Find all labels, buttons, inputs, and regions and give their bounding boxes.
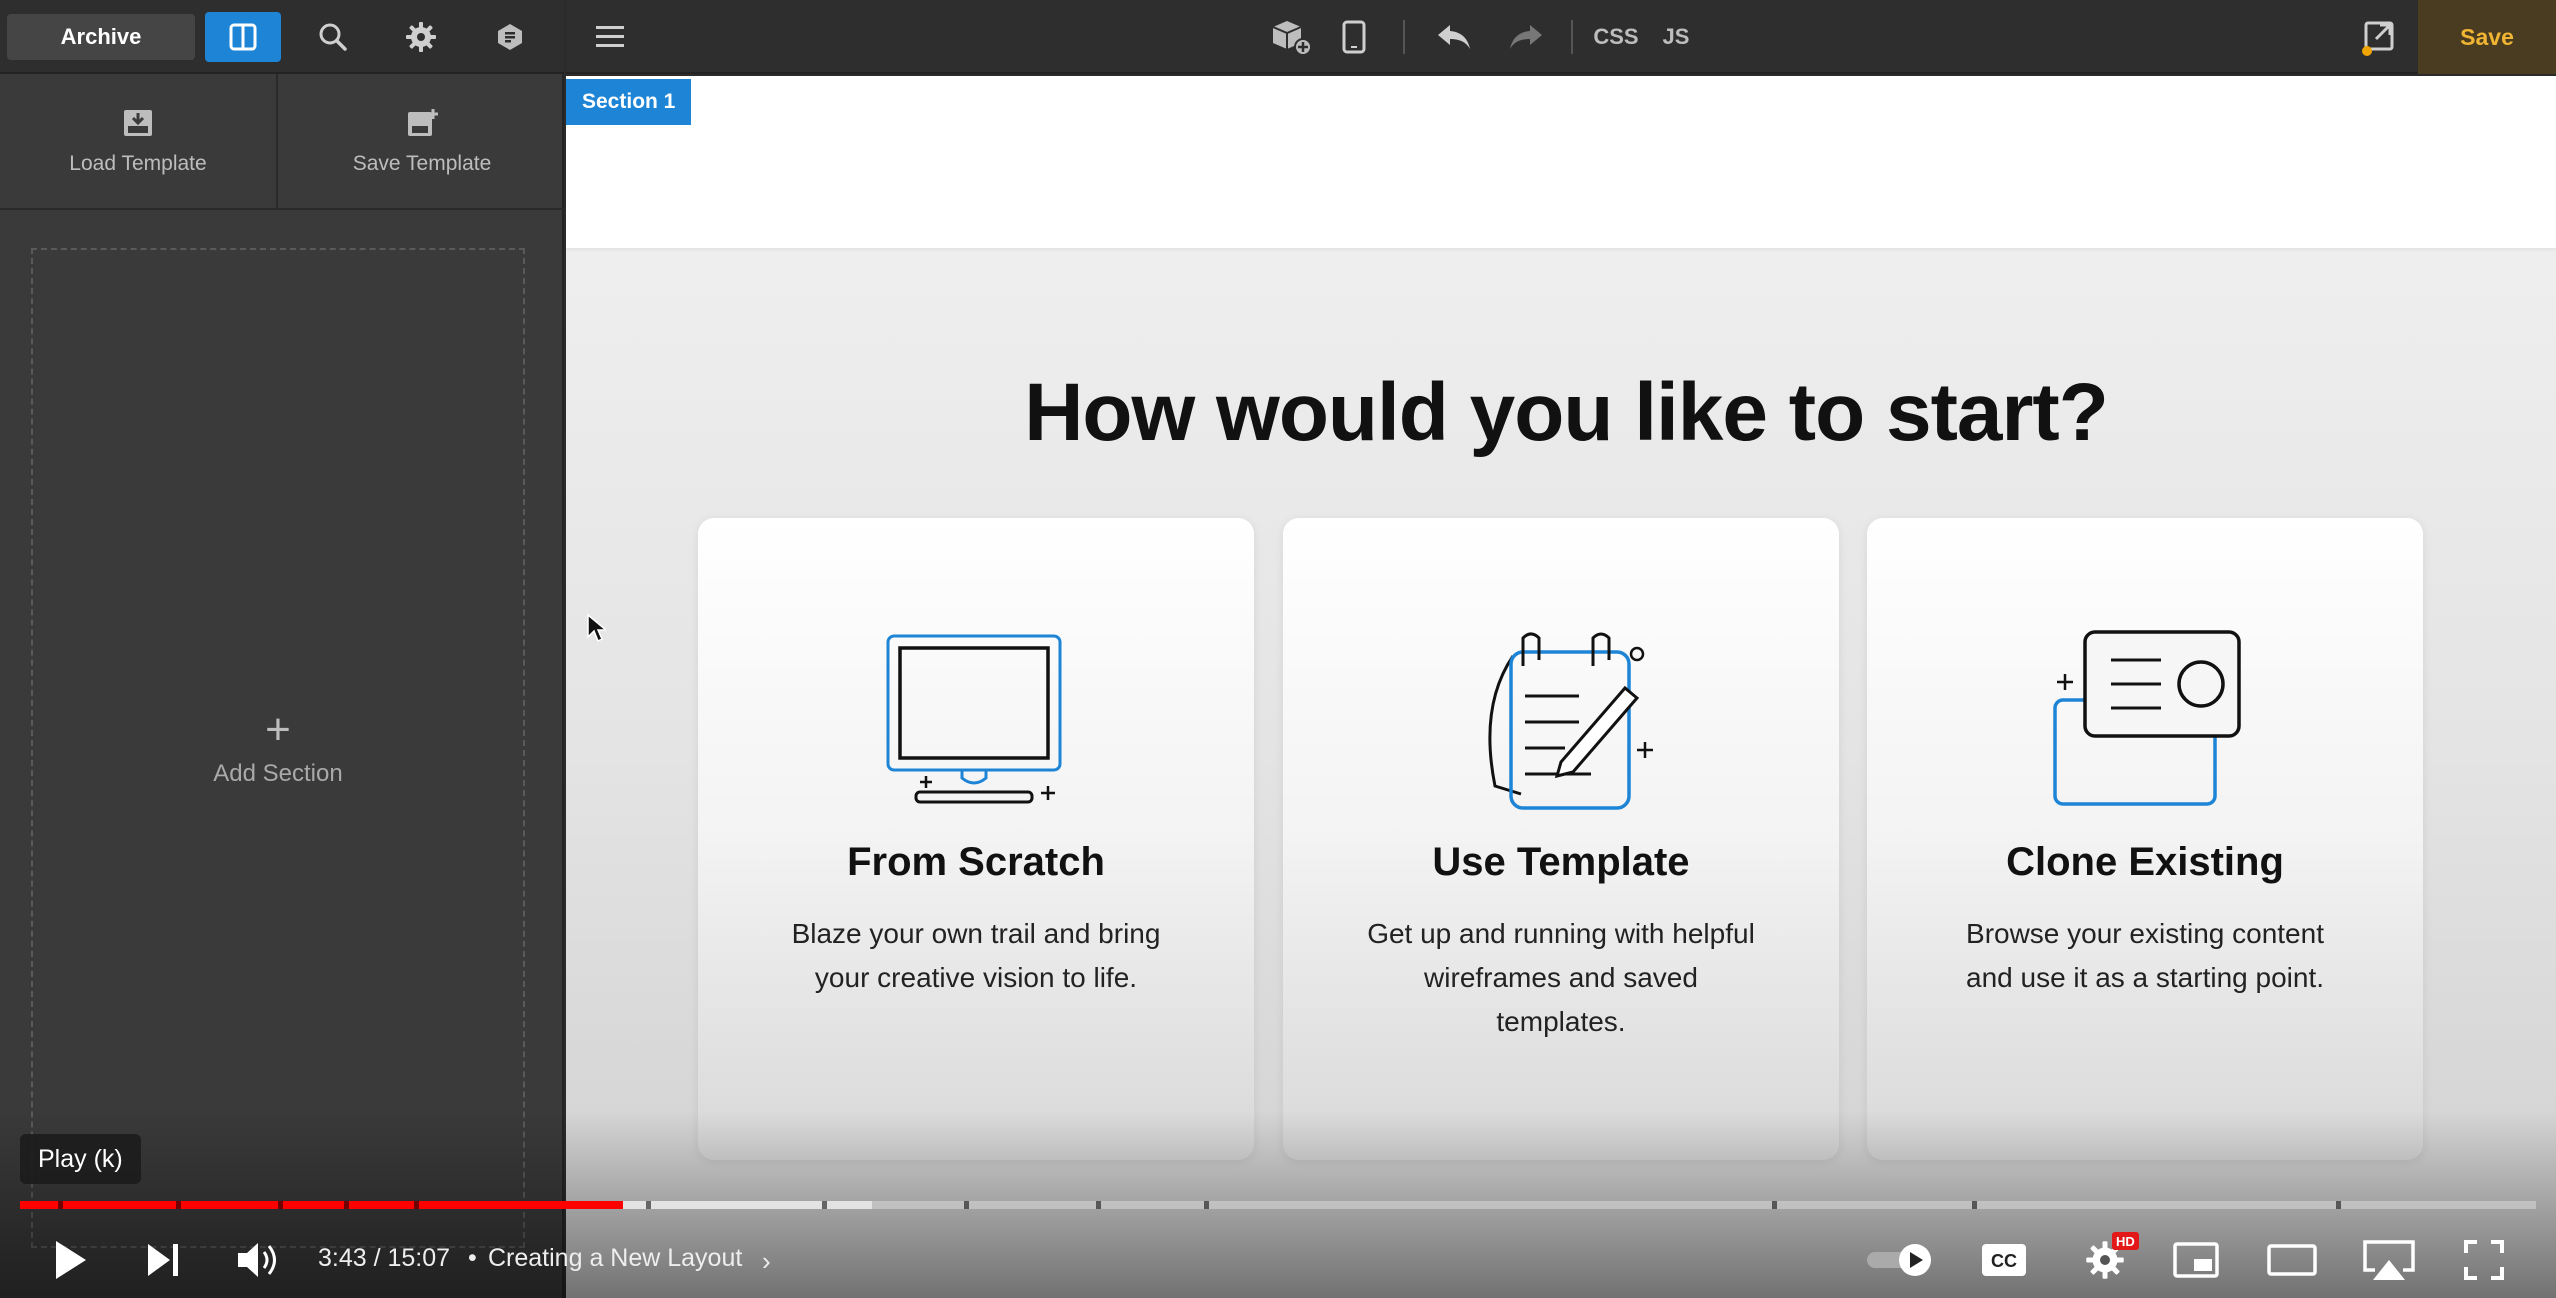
chapter-marker bbox=[2336, 1201, 2341, 1209]
play-tooltip: Play (k) bbox=[20, 1134, 141, 1184]
gear-icon[interactable] bbox=[383, 12, 459, 62]
chapter-marker bbox=[176, 1201, 181, 1209]
card-description: Get up and running with helpful wirefram… bbox=[1367, 918, 1755, 1037]
chapter-marker bbox=[1772, 1201, 1777, 1209]
next-button[interactable] bbox=[134, 1232, 194, 1288]
save-template-button[interactable]: Save Template bbox=[280, 74, 564, 210]
progress-played bbox=[20, 1201, 623, 1209]
from-scratch-card[interactable]: From Scratch Blaze your own trail and br… bbox=[698, 518, 1254, 1160]
time-display: 3:43 / 15:07 bbox=[318, 1244, 451, 1272]
volume-button[interactable] bbox=[228, 1232, 288, 1288]
section-label[interactable]: Section 1 bbox=[566, 79, 692, 125]
chapter-title[interactable]: Creating a New Layout bbox=[488, 1244, 742, 1273]
time-separator: • bbox=[468, 1244, 477, 1272]
card-title: From Scratch bbox=[847, 840, 1105, 884]
skip-next-icon bbox=[148, 1244, 178, 1276]
toolbar-divider bbox=[1403, 20, 1405, 54]
tablet-icon[interactable] bbox=[1329, 13, 1379, 61]
theater-mode-button[interactable] bbox=[2262, 1232, 2322, 1288]
hd-badge: HD bbox=[2112, 1232, 2139, 1250]
css-button[interactable]: CSS bbox=[1586, 13, 1646, 61]
wordpress-icon[interactable] bbox=[472, 12, 548, 62]
chapter-marker bbox=[1972, 1201, 1977, 1209]
chapter-marker bbox=[278, 1201, 283, 1209]
use-template-card[interactable]: Use Template Get up and running with hel… bbox=[1283, 518, 1839, 1160]
fullscreen-icon bbox=[2464, 1240, 2504, 1280]
add-section-label: Add Section bbox=[213, 760, 343, 787]
load-template-icon bbox=[124, 110, 152, 136]
video-progress-bar[interactable] bbox=[20, 1201, 2536, 1209]
autoplay-toggle[interactable] bbox=[1864, 1232, 1936, 1288]
card-description: Blaze your own trail and bring your crea… bbox=[791, 918, 1161, 993]
toolbar-divider bbox=[1571, 20, 1573, 54]
captions-icon: CC bbox=[1982, 1244, 2026, 1276]
mouse-cursor-icon bbox=[587, 613, 606, 643]
theater-mode-icon bbox=[2267, 1244, 2317, 1276]
svg-text:CC: CC bbox=[1991, 1251, 2017, 1271]
template-actions: Load Template Save Template bbox=[0, 74, 564, 210]
save-template-icon bbox=[408, 109, 438, 136]
page-title: How would you like to start? bbox=[1024, 367, 2109, 458]
notepad-pen-icon bbox=[1488, 632, 1653, 810]
miniplayer-button[interactable] bbox=[2166, 1232, 2226, 1288]
load-template-label: Load Template bbox=[69, 152, 207, 175]
redo-icon[interactable] bbox=[1496, 13, 1556, 61]
captions-button[interactable]: CC bbox=[1974, 1232, 2034, 1288]
card-title: Use Template bbox=[1432, 840, 1690, 884]
section-1[interactable]: Section 1 bbox=[566, 76, 2556, 248]
save-template-label: Save Template bbox=[352, 152, 492, 175]
chapter-marker bbox=[646, 1201, 651, 1209]
autoplay-icon bbox=[1867, 1244, 1931, 1276]
chevron-right-icon[interactable]: › bbox=[762, 1246, 771, 1277]
structure-icon[interactable] bbox=[1261, 13, 1321, 61]
load-template-button[interactable]: Load Template bbox=[0, 74, 278, 210]
search-icon[interactable] bbox=[295, 12, 371, 62]
hamburger-menu-icon[interactable] bbox=[580, 13, 640, 61]
undo-icon[interactable] bbox=[1424, 13, 1484, 61]
chapter-marker bbox=[822, 1201, 827, 1209]
sidebar-top-strip: Archive bbox=[0, 0, 564, 74]
fullscreen-button[interactable] bbox=[2454, 1232, 2514, 1288]
preview-icon[interactable] bbox=[2350, 13, 2410, 61]
chapter-marker bbox=[414, 1201, 419, 1209]
panel-layout-icon[interactable] bbox=[205, 12, 281, 62]
clone-existing-card[interactable]: Clone Existing Browse your existing cont… bbox=[1867, 518, 2423, 1160]
add-section-dropzone[interactable]: + Add Section bbox=[31, 248, 525, 1248]
js-button[interactable]: JS bbox=[1651, 13, 1701, 61]
card-title: Clone Existing bbox=[2006, 840, 2284, 884]
play-button[interactable] bbox=[40, 1232, 100, 1288]
chapter-marker bbox=[58, 1201, 63, 1209]
airplay-icon bbox=[2363, 1240, 2415, 1280]
play-icon bbox=[56, 1241, 86, 1279]
monitor-icon bbox=[886, 634, 1062, 804]
clone-cards-icon bbox=[2053, 630, 2241, 806]
builder-toolbar: CSS JS Save bbox=[566, 0, 2556, 74]
add-icon: + bbox=[265, 705, 291, 754]
chapter-marker bbox=[1204, 1201, 1209, 1209]
chapter-marker bbox=[1096, 1201, 1101, 1209]
miniplayer-icon bbox=[2173, 1242, 2219, 1278]
volume-icon bbox=[238, 1243, 276, 1277]
save-button[interactable]: Save bbox=[2418, 0, 2556, 74]
chapter-marker bbox=[344, 1201, 349, 1209]
card-description: Browse your existing content and use it … bbox=[1966, 918, 2324, 993]
builder-sidebar: Archive Load Template Save Template + Ad… bbox=[0, 0, 564, 1298]
archive-button[interactable]: Archive bbox=[7, 14, 195, 60]
chapter-marker bbox=[964, 1201, 969, 1209]
airplay-button[interactable] bbox=[2356, 1232, 2422, 1288]
